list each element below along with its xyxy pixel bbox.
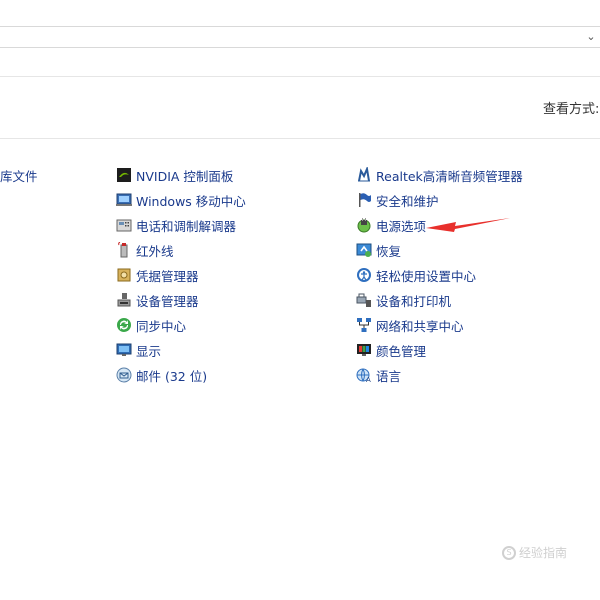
item-label: 显示 xyxy=(136,343,162,359)
item-label: 语言 xyxy=(376,368,402,384)
item-label: 颜色管理 xyxy=(376,343,427,359)
item-credential-manager[interactable]: 凭据管理器 xyxy=(116,265,199,285)
item-label: 凭据管理器 xyxy=(136,268,199,284)
item-label: 电话和调制解调器 xyxy=(136,218,237,234)
item-label: 电源选项 xyxy=(376,218,427,234)
item-realtek-audio-manager[interactable]: Realtek高清晰音频管理器 xyxy=(356,165,523,185)
credential-manager-icon xyxy=(116,267,132,283)
item-label: 设备管理器 xyxy=(136,293,199,309)
realtek-audio-icon xyxy=(356,167,372,183)
phone-modem-icon xyxy=(116,217,132,233)
item-label: 同步中心 xyxy=(136,318,187,334)
color-management-icon xyxy=(356,342,372,358)
item-network-sharing-center[interactable]: 网络和共享中心 xyxy=(356,315,464,335)
item-label: 恢复 xyxy=(376,243,402,259)
chevron-down-icon[interactable]: ⌄ xyxy=(584,30,598,44)
item-label: 网络和共享中心 xyxy=(376,318,464,334)
annotation-arrow xyxy=(426,218,510,232)
item-label: Windows 移动中心 xyxy=(136,193,246,209)
divider-top xyxy=(0,76,600,77)
mail-icon xyxy=(116,367,132,383)
sync-center-icon xyxy=(116,317,132,333)
item-devices-printers[interactable]: 设备和打印机 xyxy=(356,290,451,310)
address-bar[interactable]: ⌄ xyxy=(0,26,600,48)
recovery-icon xyxy=(356,242,372,258)
watermark-text: 经验指南 xyxy=(519,546,568,560)
partial-item-left[interactable]: 库文件 xyxy=(0,166,38,185)
item-phone-modem[interactable]: 电话和调制解调器 xyxy=(116,215,236,235)
security-flag-icon xyxy=(356,192,372,208)
language-icon: A xyxy=(356,367,372,383)
item-label: Realtek高清晰音频管理器 xyxy=(376,168,523,184)
item-label: 设备和打印机 xyxy=(376,293,452,309)
item-nvidia-control-panel[interactable]: NVIDIA 控制面板 xyxy=(116,165,233,185)
item-label: 邮件 (32 位) xyxy=(136,368,208,384)
item-label: NVIDIA 控制面板 xyxy=(136,168,234,184)
item-ease-of-access-center[interactable]: 轻松使用设置中心 xyxy=(356,265,476,285)
item-device-manager[interactable]: 设备管理器 xyxy=(116,290,199,310)
item-language[interactable]: A 语言 xyxy=(356,365,401,385)
item-label: 安全和维护 xyxy=(376,193,439,209)
item-color-management[interactable]: 颜色管理 xyxy=(356,340,426,360)
view-by-label[interactable]: 查看方式: xyxy=(543,98,599,117)
item-infrared[interactable]: 红外线 xyxy=(116,240,174,260)
network-sharing-icon xyxy=(356,317,372,333)
item-security-maintenance[interactable]: 安全和维护 xyxy=(356,190,439,210)
item-display[interactable]: 显示 xyxy=(116,340,161,360)
device-manager-icon xyxy=(116,292,132,308)
display-icon xyxy=(116,342,132,358)
svg-text:A: A xyxy=(366,376,371,383)
nvidia-icon xyxy=(116,167,132,183)
divider-header xyxy=(0,138,600,139)
ease-of-access-icon xyxy=(356,267,372,283)
watermark: S 经验指南 xyxy=(502,544,567,561)
item-power-options[interactable]: 电源选项 xyxy=(356,215,426,235)
mobility-center-icon xyxy=(116,192,132,208)
item-recovery[interactable]: 恢复 xyxy=(356,240,401,260)
item-mail-32bit[interactable]: 邮件 (32 位) xyxy=(116,365,207,385)
item-windows-mobility-center[interactable]: Windows 移动中心 xyxy=(116,190,246,210)
infrared-icon xyxy=(116,242,132,258)
item-label: 红外线 xyxy=(136,243,174,259)
power-options-icon xyxy=(356,217,372,233)
item-label: 轻松使用设置中心 xyxy=(376,268,477,284)
watermark-logo-icon: S xyxy=(502,545,516,560)
item-sync-center[interactable]: 同步中心 xyxy=(116,315,186,335)
devices-printers-icon xyxy=(356,292,372,308)
